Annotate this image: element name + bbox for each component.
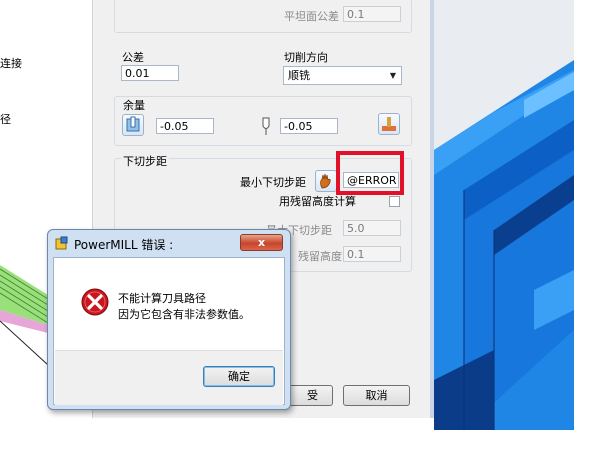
cut-direction-value: 顺铣 [288,69,310,82]
machined-part-render [434,0,574,430]
cut-direction-label: 切削方向 [284,51,328,64]
radial-allowance-button[interactable] [122,114,144,136]
3d-viewport[interactable] [434,0,574,430]
radial-allowance-icon [126,116,140,132]
close-icon: x [257,236,266,249]
radial-allowance-input[interactable]: -0.05 [156,118,214,134]
error-icon [81,288,109,316]
background-geometry [0,255,50,366]
error-dialog-title: PowerMILL 错误 : [74,238,174,252]
min-stepdown-button[interactable] [315,170,337,192]
error-dialog-footer: 确定 [55,350,283,405]
partial-label: 径 [0,113,11,126]
tolerance-label: 公差 [122,51,144,64]
flat-tolerance-input[interactable]: 0.1 [343,6,401,22]
error-highlight-box [336,151,404,195]
dialog-frame-edge [430,0,434,418]
chevron-down-icon: ▼ [389,71,396,80]
flat-tolerance-label: 平坦面公差 [284,10,339,23]
connect-label: 连接 [0,57,22,70]
ok-button[interactable]: 确定 [203,366,275,387]
powermill-app-icon [55,236,69,250]
allowance-label: 余量 [121,97,147,113]
use-cusp-label: 用残留高度计算 [279,195,356,208]
min-stepdown-label: 最小下切步距 [240,176,306,189]
error-message-line2: 因为它包含有非法参数值。 [118,308,250,321]
cusp-height-label: 残留高度 [298,250,342,263]
tolerance-input[interactable]: 0.01 [121,65,179,81]
error-message-line1: 不能计算刀具路径 [118,292,206,305]
cut-direction-select[interactable]: 顺铣 ▼ [283,66,402,85]
max-stepdown-input[interactable]: 5.0 [343,220,401,236]
component-allowance-icon [382,117,396,131]
component-allowance-button[interactable] [378,113,400,135]
error-dialog-body: 不能计算刀具路径 因为它包含有非法参数值。 确定 [53,257,285,405]
axial-allowance-icon [259,116,273,138]
use-cusp-checkbox[interactable] [389,196,400,207]
close-button[interactable]: x [240,234,283,251]
hand-icon [320,173,331,189]
cusp-height-input[interactable]: 0.1 [343,246,401,262]
stepdown-group-label: 下切步距 [121,153,169,169]
axial-allowance-input[interactable]: -0.05 [280,118,338,134]
error-dialog: PowerMILL 错误 : x 不能计算刀具路径 因为它包含有非法参数值。 确… [47,229,291,410]
cancel-button[interactable]: 取消 [343,385,410,406]
